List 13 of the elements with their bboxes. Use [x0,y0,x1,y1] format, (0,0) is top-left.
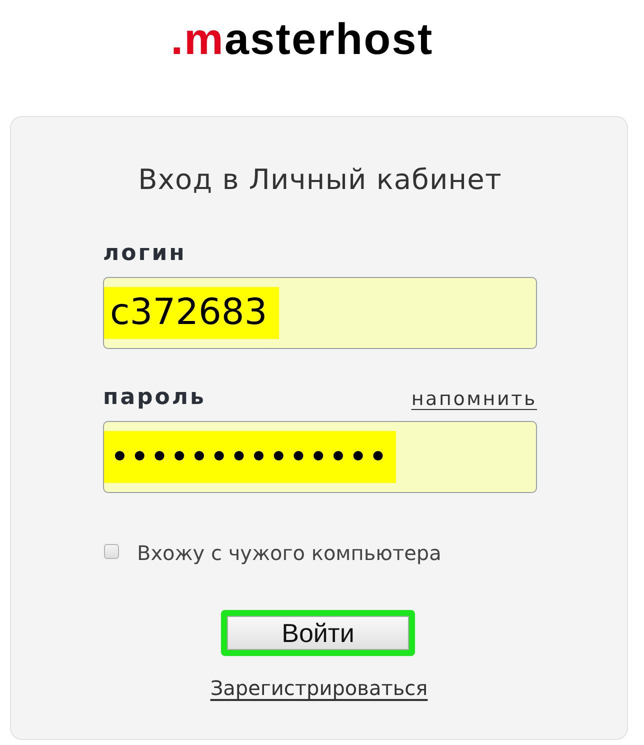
checkbox[interactable] [104,544,119,558]
field-label: пароль [103,385,206,411]
form-title: Вход в Личный кабинет [137,163,503,197]
password-field[interactable]: •••••••••••••• [103,421,537,493]
field-value: c372683 [104,287,280,339]
checkbox-label: Вхожу с чужого компьютера [137,541,442,565]
logo-text: .masterhost [170,17,434,63]
login-button[interactable]: Войти [221,610,415,656]
register-link[interactable]: Зарегистрироваться [210,676,428,700]
password-dots: •••••••••••••• [104,431,396,483]
remind-link[interactable]: напомнить [411,387,537,411]
login-field[interactable]: c372683 [103,277,537,349]
field-label: логин [103,241,186,267]
